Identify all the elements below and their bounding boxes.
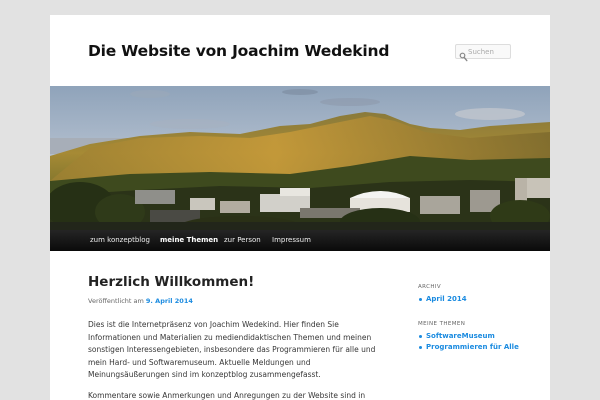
post-date-link[interactable]: 9. April 2014	[146, 297, 193, 305]
post-meta: Veröffentlicht am 9. April 2014	[88, 297, 193, 305]
archive-link[interactable]: April 2014	[426, 295, 467, 303]
main-navigation: zum konzeptblog meine Themen zur Person …	[50, 230, 550, 251]
paragraph-line: Dies ist die Internetpräsenz von Joachim…	[88, 320, 339, 329]
topic-item-softwaremuseum[interactable]: SoftwareMuseum	[418, 331, 519, 342]
site-header: Die Website von Joachim Wedekind	[50, 15, 550, 86]
post-paragraph-2: Kommentare sowie Anmerkungen und Anregun…	[88, 390, 388, 400]
search-icon	[459, 47, 468, 62]
post-meta-prefix: Veröffentlicht am	[88, 297, 144, 305]
archive-widget-title: ARCHIV	[418, 284, 442, 290]
archive-list: April 2014	[418, 294, 467, 305]
post-paragraph-1: Dies ist die Internetpräsenz von Joachim…	[88, 319, 388, 382]
nav-item-zur-person[interactable]: zur Person	[224, 230, 261, 251]
topic-link[interactable]: Programmieren für Alle	[426, 343, 519, 351]
paragraph-line: Kommentare sowie Anmerkungen und Anregun…	[88, 391, 366, 400]
search-box[interactable]	[455, 44, 511, 62]
topics-widget-title: MEINE THEMEN	[418, 321, 466, 327]
topics-list: SoftwareMuseum Programmieren für Alle	[418, 331, 519, 353]
page: Die Website von Joachim Wedekind Suchen …	[50, 15, 550, 400]
post-title[interactable]: Herzlich Willkommen!	[88, 274, 254, 290]
paragraph-line: mein Hard- und Softwaremuseum. Aktuelle …	[88, 357, 311, 367]
paragraph-line: Informationen und Materialien zu mediend…	[88, 332, 372, 342]
search-input[interactable]	[468, 45, 510, 58]
site-title[interactable]: Die Website von Joachim Wedekind	[88, 42, 389, 60]
header-banner-image	[50, 86, 550, 230]
topic-item-programmieren[interactable]: Programmieren für Alle	[418, 342, 519, 353]
paragraph-line: Meinungsäußerungen sind im konzeptblog z…	[88, 370, 321, 379]
paragraph-line: sonstigen Interessengebieten, insbesonde…	[88, 345, 376, 354]
archive-item-april-2014[interactable]: April 2014	[418, 294, 467, 305]
topic-link[interactable]: SoftwareMuseum	[426, 332, 495, 340]
nav-item-impressum[interactable]: Impressum	[272, 230, 311, 251]
nav-item-meine-themen[interactable]: meine Themen	[160, 230, 218, 251]
nav-item-konzeptblog[interactable]: zum konzeptblog	[90, 230, 150, 251]
